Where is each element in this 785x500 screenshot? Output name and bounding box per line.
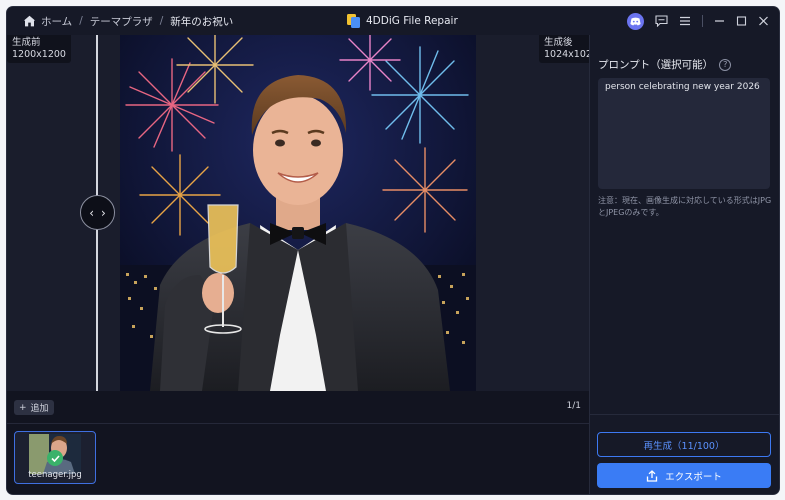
export-icon [646, 469, 658, 482]
help-icon[interactable]: ? [719, 58, 732, 71]
selected-check-icon [47, 450, 63, 466]
app-title-text: 4DDiG File Repair [366, 15, 458, 27]
menu-icon[interactable] [679, 16, 691, 26]
before-label: 生成前 [12, 37, 41, 48]
title-bar: ホーム / テーマプラザ / 新年のお祝い 4DDiG File Repair [7, 7, 779, 35]
maximize-icon[interactable] [736, 16, 747, 26]
prompt-title: プロンプト（選択可能） [598, 59, 714, 71]
before-size: 1200x1200 [12, 49, 66, 60]
chevron-right-icon: › [101, 205, 106, 220]
breadcrumb: ホーム / テーマプラザ / 新年のお祝い [23, 7, 233, 35]
app-window: ホーム / テーマプラザ / 新年のお祝い 4DDiG File Repair [7, 7, 779, 494]
regenerate-label: 再生成（11/100） [643, 440, 725, 452]
feedback-icon[interactable] [655, 15, 668, 27]
plus-icon: + [19, 402, 27, 413]
regenerate-button[interactable]: 再生成（11/100） [597, 432, 771, 457]
home-icon[interactable] [23, 15, 36, 27]
add-button[interactable]: + 追加 [14, 400, 54, 415]
app-logo-icon [347, 14, 360, 28]
page-indicator: 1/1 [566, 401, 581, 411]
breadcrumb-home[interactable]: ホーム [41, 14, 72, 29]
window-controls [627, 7, 769, 35]
export-button[interactable]: エクスポート [597, 463, 771, 488]
compare-preview: 生成前 1200x1200 生成後 1024x1024 ‹ › [7, 35, 603, 391]
close-icon[interactable] [758, 16, 769, 26]
export-label: エクスポート [665, 471, 722, 483]
thumbnail-filename: teenager.jpg [28, 470, 82, 480]
preview-toolbar: + 追加 1/1 [7, 391, 589, 423]
controls-divider [702, 15, 703, 27]
discord-icon[interactable] [627, 12, 644, 30]
minimize-icon[interactable] [714, 16, 725, 26]
breadcrumb-theme-plaza[interactable]: テーマプラザ [90, 14, 153, 29]
add-button-label: 追加 [30, 404, 49, 414]
generated-image [120, 35, 476, 391]
chevron-left-icon: ‹ [89, 205, 94, 220]
before-tag: 生成前 1200x1200 [7, 35, 71, 63]
app-title: 4DDiG File Repair [347, 7, 458, 35]
prompt-header: プロンプト（選択可能） ? [598, 57, 732, 72]
prompt-panel: プロンプト（選択可能） ? person celebrating new yea… [589, 35, 779, 494]
thumbnail-item[interactable]: teenager.jpg [14, 431, 96, 484]
breadcrumb-current: 新年のお祝い [170, 15, 234, 28]
breadcrumb-separator: / [79, 15, 83, 27]
thumbnail-strip: teenager.jpg [7, 424, 589, 494]
breadcrumb-separator: / [159, 15, 164, 27]
panel-divider [590, 414, 779, 415]
format-note: 注意：現在、画像生成に対応している形式はJPGとJPEGのみです。 [598, 196, 772, 217]
prompt-input[interactable]: person celebrating new year 2026 [598, 78, 770, 189]
compare-slider-handle[interactable]: ‹ › [80, 195, 115, 230]
